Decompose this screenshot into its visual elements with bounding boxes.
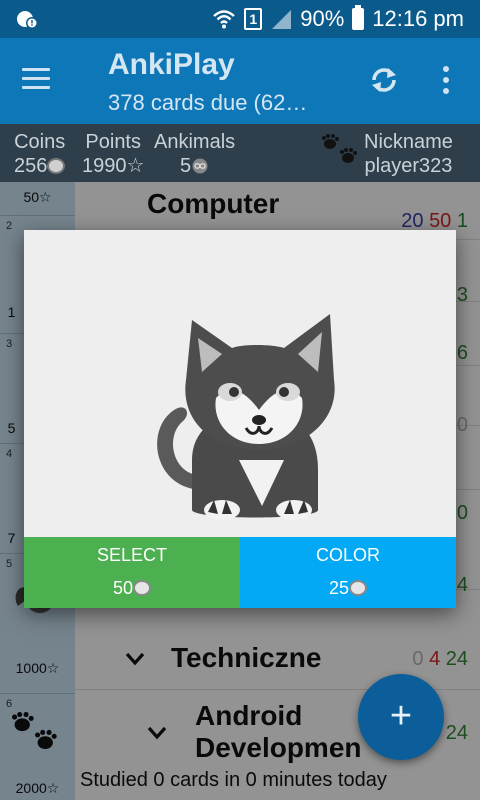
more-vert-icon[interactable] — [438, 66, 454, 96]
coin-icon — [133, 580, 152, 596]
nickname-value: player323 — [364, 155, 453, 177]
signal-icon — [272, 10, 292, 29]
coins-stat: Coins 256 — [14, 130, 66, 178]
infinity-icon — [192, 158, 208, 174]
coin-icon — [349, 580, 368, 596]
plus-icon: + — [389, 695, 413, 737]
points-value: 1990☆ — [82, 155, 145, 177]
color-label: COLOR — [315, 545, 380, 565]
select-price: 50 — [112, 578, 134, 598]
cat-icon — [157, 314, 335, 520]
cards-due-subtitle: 378 cards due (62… — [108, 90, 308, 115]
points-stat: Points 1990☆ — [82, 130, 144, 178]
sim-indicator: 1 — [244, 8, 263, 30]
nickname-label: Nickname — [364, 131, 453, 153]
add-deck-button[interactable]: + — [358, 674, 444, 760]
color-button[interactable]: COLOR 25 — [240, 537, 456, 608]
ankimal-dialog: SELECT 50 COLOR 25 — [24, 230, 456, 608]
battery-percent: 90% — [300, 6, 345, 31]
color-price: 25 — [328, 578, 350, 598]
ankimals-value: 5 — [180, 155, 192, 177]
sync-icon[interactable] — [366, 62, 402, 98]
clock: 12:16 pm — [372, 6, 464, 31]
coins-value: 256 — [14, 155, 48, 177]
nickname-stat[interactable]: Nickname player323 — [364, 130, 453, 178]
ankimals-label: Ankimals — [154, 131, 236, 153]
coin-icon — [47, 158, 66, 174]
paw-icon[interactable] — [320, 134, 360, 170]
battery-icon — [352, 5, 365, 30]
notification-icon — [17, 11, 38, 29]
ankimals-stat: Ankimals 5 — [154, 130, 235, 178]
stats-bar: Coins 256 Points 1990☆ Ankimals 5 Nickna… — [0, 124, 480, 182]
wifi-icon — [213, 10, 236, 29]
hamburger-icon[interactable] — [22, 68, 50, 90]
select-label: SELECT — [96, 545, 168, 565]
points-label: Points — [85, 131, 141, 153]
app-title: AnkiPlay — [108, 48, 235, 81]
status-bar: 1 90% 12:16 pm — [0, 0, 480, 38]
coins-label: Coins — [14, 131, 66, 153]
select-button[interactable]: SELECT 50 — [24, 537, 240, 608]
app-bar: AnkiPlay 378 cards due (62… — [0, 38, 480, 124]
